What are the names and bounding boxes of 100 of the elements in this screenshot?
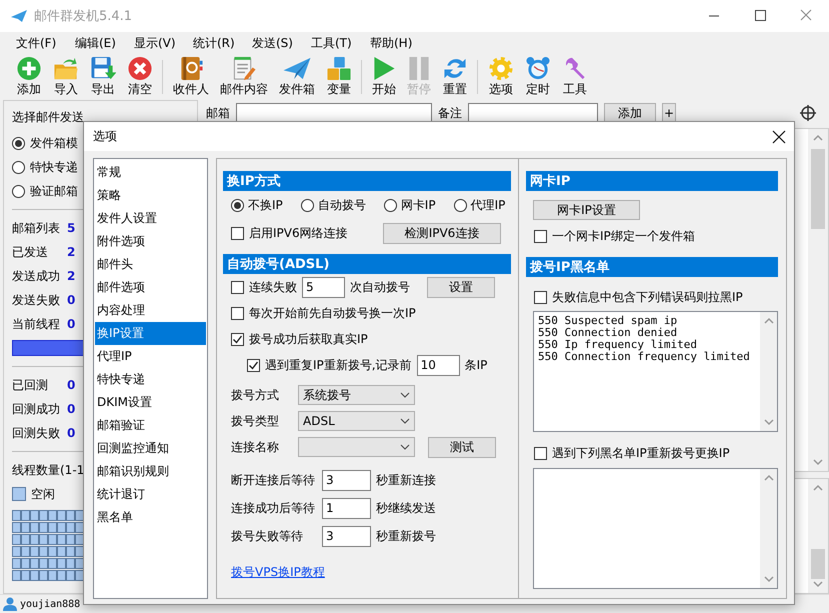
checkbox[interactable] (231, 226, 244, 240)
toolbar-button[interactable]: 重置 (438, 56, 472, 98)
toolbar-button[interactable]: 邮件内容 (216, 56, 272, 98)
plus-icon (16, 56, 42, 81)
radio-button[interactable] (300, 199, 314, 212)
nav-item[interactable]: 换IP设置 (95, 322, 206, 345)
nav-item[interactable]: 邮件头 (95, 253, 206, 276)
pause-icon (407, 56, 431, 81)
close-icon[interactable] (772, 130, 786, 144)
dialog-title: 选项 (93, 128, 117, 145)
nav-item[interactable]: 代理IP (95, 345, 206, 368)
menu-item[interactable]: 统计(R) (193, 34, 252, 52)
menu-item[interactable]: 发送(S) (252, 34, 311, 52)
toolbar-button[interactable]: 工具 (558, 56, 592, 98)
checkbox[interactable] (534, 230, 547, 242)
nav-item[interactable]: 邮箱识别规则 (95, 460, 206, 483)
radio-button[interactable] (12, 136, 25, 150)
plus-button[interactable]: + (662, 103, 676, 123)
dropdown[interactable]: 系统拨号 (298, 385, 415, 405)
checkbox-label: 拨号成功后获取真实IP (249, 330, 368, 348)
toolbar-button[interactable]: 清空 (123, 56, 157, 98)
legend-swatch (12, 487, 26, 501)
stat-value: 2 (67, 245, 76, 259)
menu-item[interactable]: 显示(V) (134, 34, 193, 52)
checkbox[interactable] (231, 280, 244, 294)
nav-item[interactable]: 黑名单 (95, 506, 206, 529)
chevron-down-icon (400, 392, 410, 398)
menu-item[interactable]: 工具(T) (311, 34, 370, 52)
group-heading: 选择邮件发送 (12, 110, 84, 124)
alarm-clock-icon (525, 56, 551, 81)
refresh-icon (442, 56, 468, 81)
menu-item[interactable]: 编辑(E) (75, 34, 134, 52)
checkbox-label: 每次开始前先自动拨号换一次IP (249, 304, 416, 322)
field-label: 连接名称 (231, 438, 280, 456)
toolbar-button[interactable]: 变量 (322, 56, 356, 98)
stat-label: 回测失败 (12, 424, 61, 442)
checkbox[interactable] (231, 306, 244, 320)
radio-button[interactable] (384, 199, 397, 212)
input-field[interactable]: 1 (322, 498, 371, 518)
nav-item[interactable]: 附件选项 (95, 230, 206, 253)
nav-item[interactable]: 策略 (95, 184, 206, 207)
input-field[interactable]: 5 (302, 276, 345, 298)
user-name: youjian888 (20, 598, 80, 610)
settings-button[interactable]: 设置 (427, 276, 495, 298)
add-button[interactable]: 添加 (604, 103, 656, 123)
floppy-icon (90, 56, 116, 81)
toolbar-button[interactable]: 发件箱 (275, 56, 319, 98)
stat-value: 0 (67, 426, 76, 440)
checkbox[interactable] (534, 290, 547, 304)
chevron-down-icon (400, 444, 410, 450)
nav-item[interactable]: DKIM设置 (95, 391, 206, 414)
nav-item[interactable]: 特快专递 (95, 368, 206, 391)
check-ipv6-button[interactable]: 检测IPV6连接 (383, 222, 501, 244)
scrollbar-thumb[interactable] (811, 149, 825, 229)
stat-label: 发送失败 (12, 292, 61, 308)
legend-label: 空闲 (31, 486, 55, 502)
field-label: 备注 (438, 104, 462, 122)
toolbar-button[interactable]: 开始 (368, 56, 400, 98)
field-suffix: 秒继续发送 (376, 500, 436, 516)
test-button[interactable]: 测试 (428, 436, 496, 458)
nav-item[interactable]: 统计退订 (95, 483, 206, 506)
blocks-icon (326, 56, 352, 81)
radio-button[interactable] (12, 160, 25, 174)
input-field[interactable]: 3 (322, 470, 371, 490)
radio-button[interactable] (231, 199, 244, 212)
input-field[interactable]: 10 (416, 354, 460, 376)
toolbar-button[interactable]: 导出 (86, 56, 120, 98)
checkbox[interactable] (534, 446, 547, 460)
checkbox-label: 遇到下列黑名单IP重新拨号更换IP (552, 444, 730, 462)
crosshair-icon[interactable] (799, 104, 817, 122)
input-field[interactable] (468, 103, 598, 123)
radio-button[interactable] (12, 184, 25, 198)
tutorial-link[interactable]: 拨号VPS换IP教程 (231, 565, 325, 579)
toolbar-button[interactable]: 收件人 (169, 56, 213, 98)
dropdown[interactable]: ADSL (298, 411, 415, 431)
toolbar-button[interactable]: 添加 (12, 56, 46, 98)
toolbar-button[interactable]: 选项 (484, 56, 518, 98)
nav-item[interactable]: 发件人设置 (95, 207, 206, 230)
input-field[interactable]: 3 (322, 526, 371, 546)
checkbox-label: 遇到重复IP重新拨号,记录前 (265, 356, 412, 374)
stat-value: 0 (67, 378, 76, 392)
section-header: 换IP方式 (223, 171, 511, 191)
nic-settings-button[interactable]: 网卡IP设置 (533, 200, 640, 220)
scrollbar-thumb[interactable] (811, 549, 825, 579)
nav-item[interactable]: 邮件选项 (95, 276, 206, 299)
checkbox[interactable] (247, 358, 260, 372)
stat-label: 已回测 (12, 376, 49, 394)
radio-button[interactable] (454, 199, 467, 212)
nav-item[interactable]: 常规 (95, 161, 206, 184)
toolbar-button[interactable]: 定时 (521, 56, 555, 98)
nav-item[interactable]: 邮箱验证 (95, 414, 206, 437)
menu-item[interactable]: 文件(F) (16, 34, 75, 52)
radio-label: 特快专递 (30, 158, 78, 176)
stat-label: 邮箱列表 (12, 220, 61, 236)
menu-item[interactable]: 帮助(H) (370, 34, 429, 52)
nav-item[interactable]: 回测监控通知 (95, 437, 206, 460)
toolbar-button[interactable]: 导入 (49, 56, 83, 98)
input-field[interactable] (236, 103, 432, 123)
checkbox[interactable] (231, 332, 244, 346)
nav-item[interactable]: 内容处理 (95, 299, 206, 322)
